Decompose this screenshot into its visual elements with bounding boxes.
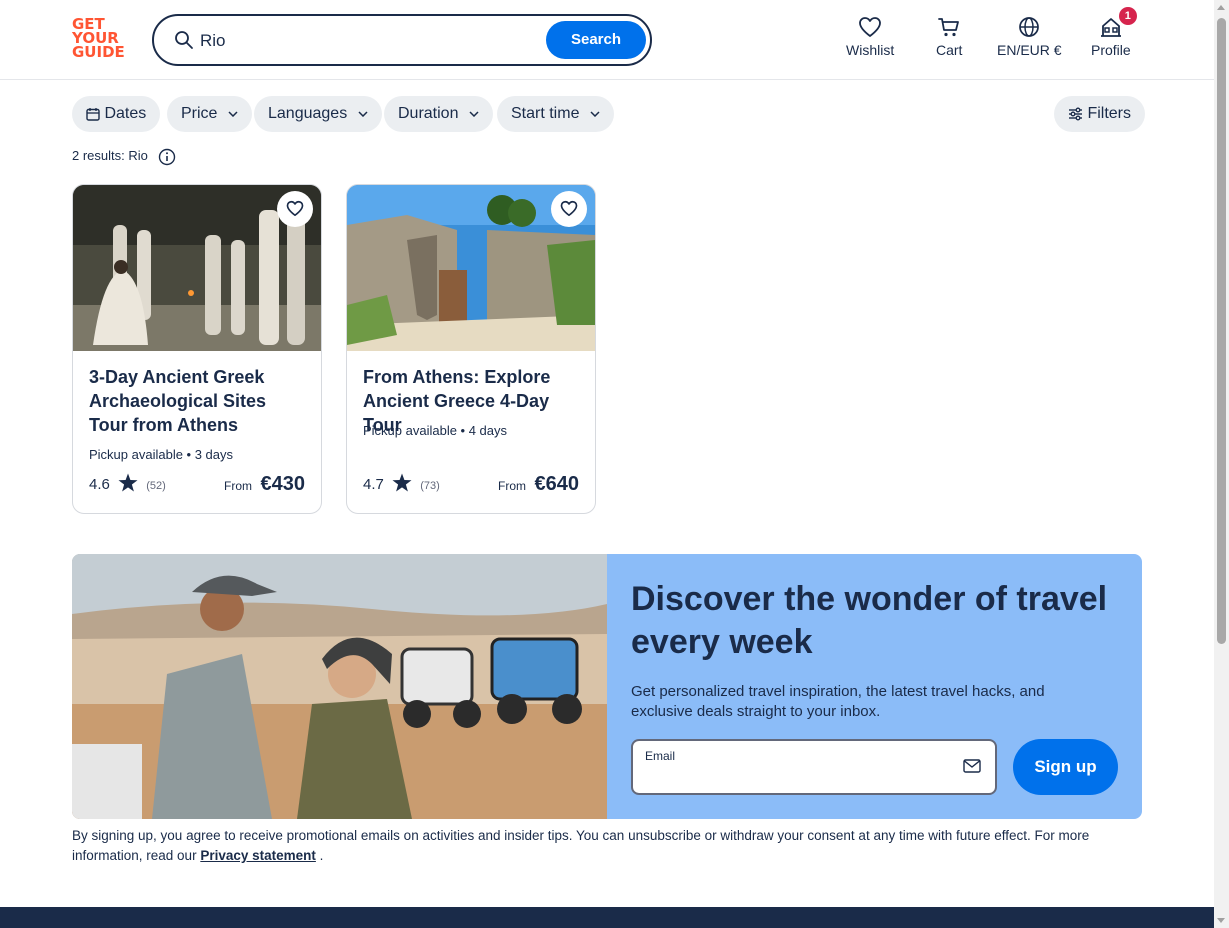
chevron-down-icon: [228, 111, 238, 117]
activity-meta: Pickup available • 4 days: [363, 423, 508, 438]
info-icon[interactable]: [158, 148, 176, 166]
cart-icon: [938, 18, 960, 37]
review-count: (52): [146, 480, 166, 492]
site-header: GET YOUR GUIDE Search Wishlist Cart EN/E: [0, 0, 1214, 80]
duration-filter-label: Duration: [398, 105, 459, 122]
price-value: €430: [260, 473, 306, 495]
dates-filter[interactable]: Dates: [72, 96, 161, 132]
activity-price: From €640: [498, 473, 579, 496]
wishlist-toggle[interactable]: [551, 191, 587, 227]
wishlist-nav[interactable]: Wishlist: [846, 16, 894, 58]
price-from-label: From: [498, 479, 527, 493]
calendar-icon: [86, 107, 100, 121]
search-button[interactable]: Search: [546, 21, 646, 59]
site-footer: [0, 907, 1214, 928]
email-field[interactable]: Email: [631, 739, 997, 795]
heart-icon: [859, 17, 882, 37]
all-filters-label: Filters: [1087, 105, 1132, 122]
activity-meta: Pickup available • 3 days: [89, 447, 234, 462]
start-time-filter-label: Start time: [511, 105, 580, 122]
newsletter-text: Get personalized travel inspiration, the…: [631, 683, 1045, 720]
signup-disclaimer: By signing up, you agree to receive prom…: [72, 826, 1142, 866]
star-icon: [118, 473, 138, 492]
activity-title[interactable]: 3-Day Ancient Greek Archaeological Sites…: [89, 365, 309, 437]
price-filter[interactable]: Price: [167, 96, 252, 132]
cart-nav[interactable]: Cart: [936, 16, 962, 58]
privacy-statement-link[interactable]: Privacy statement: [200, 848, 316, 863]
price-from-label: From: [224, 479, 253, 493]
signup-button[interactable]: Sign up: [1013, 739, 1118, 795]
duration-filter[interactable]: Duration: [384, 96, 493, 132]
email-input[interactable]: [645, 767, 945, 789]
dates-filter-label: Dates: [104, 105, 147, 122]
newsletter-title: Discover the wonder of travel every week: [631, 580, 1108, 661]
chevron-down-icon: [469, 111, 479, 117]
sliders-icon: [1069, 107, 1082, 121]
scroll-down-arrow-icon[interactable]: [1217, 918, 1225, 923]
heart-icon: [286, 200, 304, 217]
languages-filter[interactable]: Languages: [254, 96, 382, 132]
results-count-text: 2 results: Rio: [72, 148, 148, 163]
price-filter-label: Price: [181, 105, 218, 122]
activity-rating: 4.6 (52): [89, 473, 166, 493]
activity-card[interactable]: From Athens: Explore Ancient Greece 4-Da…: [346, 184, 596, 514]
email-label: Email: [645, 749, 676, 763]
search-input[interactable]: [200, 29, 530, 53]
scrollbar-thumb[interactable]: [1217, 18, 1226, 644]
activity-price: From €430: [224, 473, 305, 496]
results-count: 2 results: Rio: [72, 148, 176, 166]
cart-label: Cart: [936, 42, 963, 58]
page-scrollbar[interactable]: [1214, 0, 1229, 928]
disclaimer-suffix: .: [315, 848, 324, 863]
wishlist-toggle[interactable]: [277, 191, 313, 227]
scroll-up-arrow-icon[interactable]: [1217, 5, 1225, 10]
heart-icon: [560, 200, 578, 217]
rating-value: 4.6: [89, 476, 110, 493]
chevron-down-icon: [590, 111, 600, 117]
price-value: €640: [534, 473, 580, 495]
all-filters-button[interactable]: Filters: [1054, 96, 1146, 132]
search-bar: Search: [152, 14, 652, 66]
desert-buggy-photo: [72, 554, 607, 819]
search-icon: [175, 31, 193, 49]
locale-label: EN/EUR €: [997, 42, 1062, 58]
locale-nav[interactable]: EN/EUR €: [997, 16, 1062, 58]
start-time-filter[interactable]: Start time: [497, 96, 614, 132]
globe-icon: [1019, 17, 1040, 37]
newsletter-banner: Discover the wonder of travel every week…: [72, 554, 1142, 819]
activity-card[interactable]: 3-Day Ancient Greek Archaeological Sites…: [72, 184, 322, 514]
wishlist-label: Wishlist: [846, 42, 895, 58]
mail-icon: [963, 759, 981, 773]
profile-label: Profile: [1091, 42, 1131, 58]
notification-badge: 1: [1118, 7, 1137, 25]
profile-nav[interactable]: 1 Profile: [1091, 7, 1137, 58]
activity-rating: 4.7 (73): [363, 473, 440, 493]
logo-line-3: GUIDE: [72, 43, 125, 61]
review-count: (73): [420, 480, 440, 492]
rating-value: 4.7: [363, 476, 384, 493]
star-icon: [392, 473, 412, 492]
chevron-down-icon: [358, 111, 368, 117]
logo[interactable]: GET YOUR GUIDE: [72, 17, 130, 61]
languages-filter-label: Languages: [268, 105, 348, 122]
